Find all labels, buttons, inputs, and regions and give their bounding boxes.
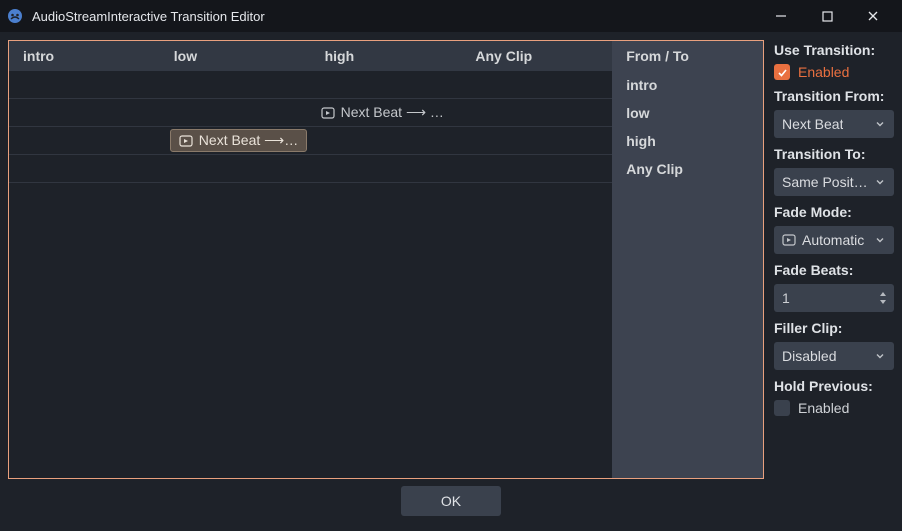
cell-high-low[interactable]: Next Beat ⟶… <box>160 129 311 152</box>
hold-previous-label: Enabled <box>798 400 849 416</box>
spinner-arrows-icon <box>878 291 888 305</box>
col-header-any[interactable]: Any Clip <box>461 41 612 71</box>
fade-beats-spinner[interactable]: 1 <box>774 284 894 312</box>
cell-low-high-label: Next Beat ⟶ … <box>341 104 444 121</box>
label-fade-beats: Fade Beats: <box>774 262 894 278</box>
window-title: AudioStreamInteractive Transition Editor <box>32 9 758 24</box>
use-transition-label: Enabled <box>798 64 849 80</box>
row-label-low[interactable]: low <box>612 99 763 127</box>
transition-grid: intro low high Any Clip From / To <box>8 40 764 479</box>
label-hold-previous: Hold Previous: <box>774 378 894 394</box>
row-label-high[interactable]: high <box>612 127 763 155</box>
grid-left: Next Beat ⟶ … Next Beat ⟶… <box>9 71 612 478</box>
row-label-intro[interactable]: intro <box>612 71 763 99</box>
ok-button-label: OK <box>441 493 461 509</box>
check-icon <box>777 67 788 78</box>
cell-low-high[interactable]: Next Beat ⟶ … <box>311 104 462 121</box>
grid-row-intro <box>9 71 612 99</box>
footer: OK <box>0 479 902 523</box>
next-beat-icon <box>179 134 193 148</box>
col-header-intro[interactable]: intro <box>9 41 160 71</box>
filler-clip-select[interactable]: Disabled <box>774 342 894 370</box>
transition-from-value: Next Beat <box>782 116 843 132</box>
fade-mode-select[interactable]: Automatic <box>774 226 894 254</box>
next-beat-icon <box>321 106 335 120</box>
titlebar: AudioStreamInteractive Transition Editor <box>0 0 902 32</box>
ok-button[interactable]: OK <box>401 486 501 516</box>
label-transition-to: Transition To: <box>774 146 894 162</box>
fade-mode-value: Automatic <box>802 232 864 248</box>
col-header-high[interactable]: high <box>311 41 462 71</box>
col-header-fromto: From / To <box>612 41 763 71</box>
col-header-low[interactable]: low <box>160 41 311 71</box>
minimize-button[interactable] <box>758 0 804 32</box>
label-transition-from: Transition From: <box>774 88 894 104</box>
grid-row-any <box>9 155 612 183</box>
fade-mode-icon <box>782 233 796 247</box>
maximize-button[interactable] <box>804 0 850 32</box>
use-transition-row: Enabled <box>774 64 894 80</box>
transition-from-select[interactable]: Next Beat <box>774 110 894 138</box>
label-filler-clip: Filler Clip: <box>774 320 894 336</box>
chevron-down-icon <box>874 234 886 246</box>
grid-body: Next Beat ⟶ … Next Beat ⟶… <box>9 71 763 478</box>
transition-to-value: Same Position <box>782 174 869 190</box>
cell-high-low-label: Next Beat ⟶… <box>199 132 298 149</box>
label-fade-mode: Fade Mode: <box>774 204 894 220</box>
grid-header-row: intro low high Any Clip From / To <box>9 41 763 71</box>
row-label-any[interactable]: Any Clip <box>612 155 763 183</box>
fade-beats-value: 1 <box>782 290 790 306</box>
filler-clip-value: Disabled <box>782 348 836 364</box>
grid-row-low: Next Beat ⟶ … <box>9 99 612 127</box>
selected-transition-chip[interactable]: Next Beat ⟶… <box>170 129 307 152</box>
app-icon <box>6 7 24 25</box>
close-button[interactable] <box>850 0 896 32</box>
client-area: intro low high Any Clip From / To <box>0 32 902 479</box>
grid-right-labels: intro low high Any Clip <box>612 71 763 478</box>
hold-previous-row: Enabled <box>774 400 894 416</box>
use-transition-checkbox[interactable] <box>774 64 790 80</box>
grid-row-high: Next Beat ⟶… <box>9 127 612 155</box>
hold-previous-checkbox[interactable] <box>774 400 790 416</box>
transition-to-select[interactable]: Same Position <box>774 168 894 196</box>
chevron-down-icon <box>875 176 887 188</box>
chevron-down-icon <box>874 350 886 362</box>
chevron-down-icon <box>874 118 886 130</box>
label-use-transition: Use Transition: <box>774 42 894 58</box>
window-controls <box>758 0 896 32</box>
properties-sidebar: Use Transition: Enabled Transition From:… <box>774 40 894 479</box>
